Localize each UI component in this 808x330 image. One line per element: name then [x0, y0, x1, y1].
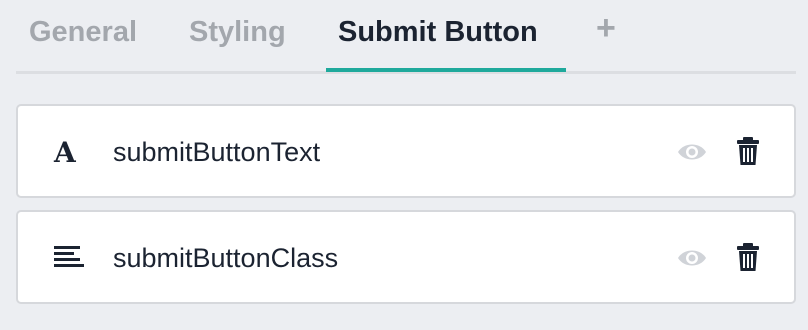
eye-icon[interactable] — [676, 244, 708, 272]
eye-icon[interactable] — [676, 138, 708, 166]
tab-bar: General Styling Submit Button + — [16, 0, 796, 74]
align-left-icon — [52, 242, 86, 272]
add-tab-button[interactable]: + — [596, 10, 616, 66]
field-name: submitButtonClass — [113, 243, 339, 273]
trash-icon[interactable] — [736, 242, 760, 272]
field-row[interactable]: A submitButtonText — [16, 104, 796, 198]
field-editor: General Styling Submit Button + A submit… — [0, 0, 808, 330]
svg-text:A: A — [53, 136, 77, 166]
field-name: submitButtonText — [113, 137, 321, 167]
field-row[interactable]: submitButtonClass — [16, 210, 796, 304]
tab-general[interactable]: General — [29, 14, 137, 70]
trash-icon[interactable] — [736, 136, 760, 166]
tab-submit-button[interactable]: Submit Button — [338, 14, 538, 70]
text-type-icon: A — [52, 136, 86, 169]
tab-styling[interactable]: Styling — [189, 14, 286, 70]
active-tab-indicator — [326, 68, 566, 72]
